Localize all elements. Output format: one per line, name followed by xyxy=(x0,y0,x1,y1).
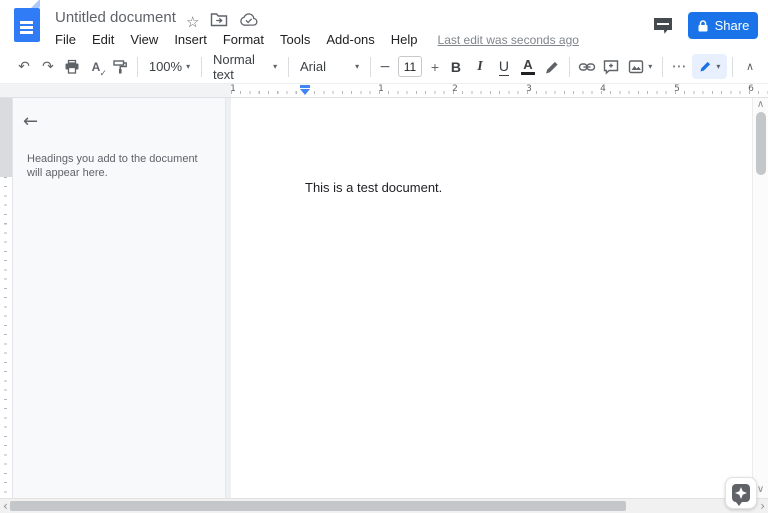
separator xyxy=(569,57,570,77)
zoom-dropdown[interactable]: 100% ▾ xyxy=(143,55,196,79)
vertical-scrollbar[interactable]: ∧ ∨ xyxy=(752,98,768,498)
ruler-number: 2 xyxy=(452,85,458,94)
separator xyxy=(662,57,663,77)
menu-item-addons[interactable]: Add-ons xyxy=(318,30,382,49)
printer-icon xyxy=(63,58,81,76)
decrease-font-size-button[interactable]: − xyxy=(376,55,394,79)
ruler-number: 1 xyxy=(378,85,384,94)
menu-item-insert[interactable]: Insert xyxy=(166,30,215,49)
print-button[interactable] xyxy=(60,55,84,79)
first-line-indent-marker[interactable] xyxy=(300,85,310,88)
document-outline-panel: ← Headings you add to the document will … xyxy=(13,98,226,498)
italic-button[interactable]: I xyxy=(468,55,492,79)
move-folder-icon[interactable] xyxy=(210,12,228,32)
editor-area: ← Headings you add to the document will … xyxy=(0,98,768,498)
underline-button[interactable]: U xyxy=(492,55,516,79)
paragraph-style-dropdown[interactable]: Normal text ▾ xyxy=(207,55,283,79)
undo-button[interactable]: ↶ xyxy=(12,55,36,79)
scroll-left-arrow[interactable]: ‹ xyxy=(3,499,8,513)
horizontal-ruler[interactable]: 1 1 2 3 4 5 6 xyxy=(0,83,768,98)
insert-image-button[interactable]: ▾ xyxy=(623,55,657,79)
ruler-ticks xyxy=(4,177,7,498)
link-icon xyxy=(578,58,596,76)
add-comment-icon xyxy=(602,58,620,76)
separator xyxy=(732,57,733,77)
add-comment-button[interactable] xyxy=(599,55,623,79)
font-size-value[interactable]: 11 xyxy=(398,56,422,77)
document-body-text[interactable]: This is a test document. xyxy=(305,180,442,195)
ruler-number: 3 xyxy=(526,85,532,94)
chevron-down-icon: ▾ xyxy=(716,63,720,71)
separator xyxy=(201,57,202,77)
ruler-number: 6 xyxy=(748,85,754,94)
comment-history-icon xyxy=(652,16,674,36)
chevron-down-icon: ▾ xyxy=(273,63,277,71)
scroll-up-arrow[interactable]: ∧ xyxy=(753,100,768,110)
spelling-check-button[interactable]: A ✓ xyxy=(84,55,108,79)
image-icon xyxy=(627,58,645,76)
close-outline-button[interactable]: ← xyxy=(23,113,38,131)
chevron-down-icon: ▾ xyxy=(355,63,359,71)
menu-item-file[interactable]: File xyxy=(55,30,84,49)
explore-icon xyxy=(732,484,750,502)
menu-item-help[interactable]: Help xyxy=(383,30,426,49)
document-page[interactable]: This is a test document. xyxy=(231,98,752,498)
comment-history-button[interactable] xyxy=(650,14,676,38)
redo-button[interactable]: ↷ xyxy=(36,55,60,79)
more-options-button[interactable]: ⋯ xyxy=(668,55,692,79)
last-edit-link[interactable]: Last edit was seconds ago xyxy=(438,33,579,47)
horizontal-scrollbar-thumb[interactable] xyxy=(10,501,626,511)
vertical-ruler-margin xyxy=(0,98,12,177)
chevron-down-icon: ▾ xyxy=(648,63,652,71)
highlighter-icon xyxy=(543,58,561,76)
text-color-button[interactable]: A xyxy=(516,55,540,79)
separator xyxy=(288,57,289,77)
docs-logo-icon[interactable] xyxy=(14,8,40,42)
font-family-dropdown[interactable]: Arial ▾ xyxy=(294,55,365,79)
outline-placeholder-text: Headings you add to the document will ap… xyxy=(27,153,209,180)
left-indent-marker[interactable] xyxy=(300,89,310,95)
insert-link-button[interactable] xyxy=(575,55,599,79)
separator xyxy=(370,57,371,77)
explore-button[interactable] xyxy=(725,477,757,509)
cloud-saved-icon[interactable] xyxy=(239,12,259,32)
menu-item-tools[interactable]: Tools xyxy=(272,30,318,49)
scroll-right-arrow[interactable]: › xyxy=(760,499,765,513)
menu-bar: File Edit View Insert Format Tools Add-o… xyxy=(55,30,579,49)
vertical-scrollbar-thumb[interactable] xyxy=(756,112,766,175)
bold-button[interactable]: B xyxy=(444,55,468,79)
increase-font-size-button[interactable]: + xyxy=(426,55,444,79)
star-icon[interactable]: ☆ xyxy=(186,15,199,30)
toolbar: ↶ ↷ A ✓ 100% ▾ Normal text ▾ Arial ▾ − 1… xyxy=(0,50,768,83)
highlight-color-button[interactable] xyxy=(540,55,564,79)
ruler-number: 5 xyxy=(674,85,680,94)
text-color-swatch xyxy=(521,72,535,75)
ruler-number: 1 xyxy=(230,85,236,94)
google-docs-window: Untitled document ☆ File Edit View Inser… xyxy=(0,0,768,513)
menu-item-view[interactable]: View xyxy=(122,30,166,49)
pencil-icon xyxy=(698,59,713,74)
separator xyxy=(137,57,138,77)
paint-format-button[interactable] xyxy=(108,55,132,79)
header: Untitled document ☆ File Edit View Inser… xyxy=(0,0,768,50)
logo-fold xyxy=(31,0,40,8)
chevron-down-icon: ▾ xyxy=(186,63,190,71)
ruler-ticks xyxy=(231,91,768,94)
menu-item-edit[interactable]: Edit xyxy=(84,30,122,49)
vertical-ruler[interactable] xyxy=(0,98,13,498)
lock-icon xyxy=(697,19,709,33)
share-label: Share xyxy=(715,18,750,33)
hide-menus-button[interactable]: ∧ xyxy=(738,55,762,79)
menu-item-format[interactable]: Format xyxy=(215,30,272,49)
paint-roller-icon xyxy=(111,58,129,76)
ruler-number: 4 xyxy=(600,85,606,94)
share-button[interactable]: Share xyxy=(688,12,758,39)
editing-mode-button[interactable]: ▾ xyxy=(692,54,727,79)
horizontal-scrollbar[interactable]: ‹ › xyxy=(0,498,768,513)
document-title[interactable]: Untitled document xyxy=(55,9,176,26)
